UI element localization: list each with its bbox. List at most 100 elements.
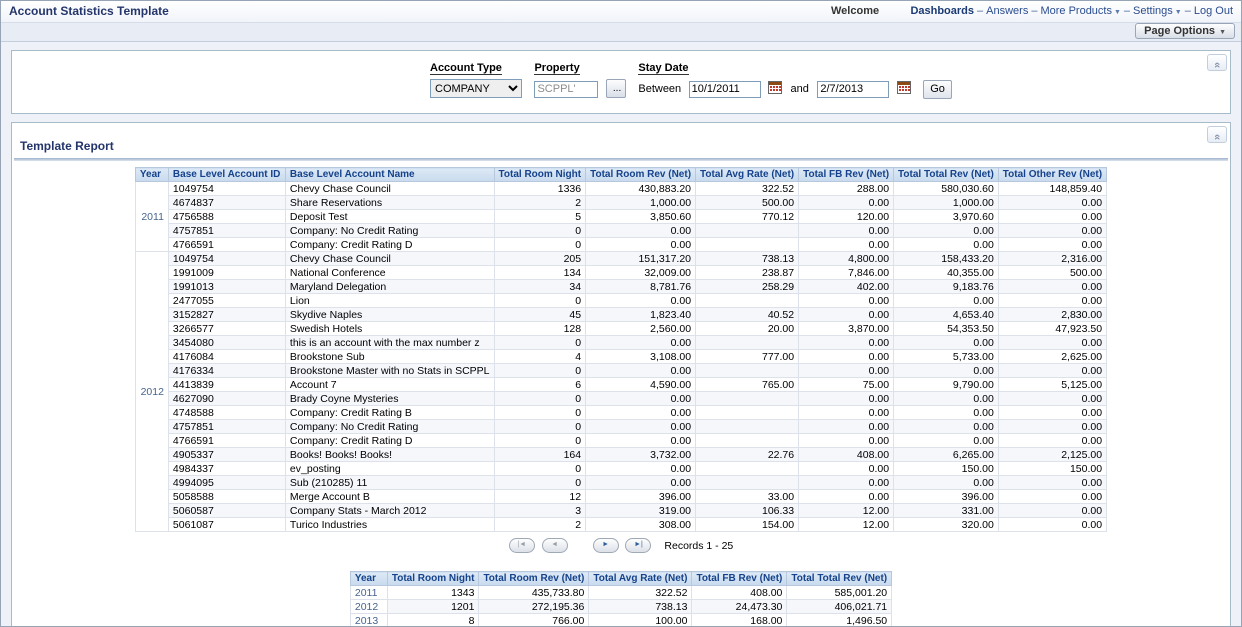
table-cell: Share Reservations: [285, 196, 494, 210]
table-cell: 5,125.00: [998, 378, 1106, 392]
table-cell: 770.12: [696, 210, 799, 224]
table-cell: 777.00: [696, 350, 799, 364]
table-cell: 0.00: [998, 476, 1106, 490]
table-cell: 4748588: [168, 406, 285, 420]
prompts-form: Account Type COMPANY Property ... Stay D…: [430, 58, 960, 99]
nav-link-more-products[interactable]: More Products: [1040, 5, 1112, 17]
previous-page-button[interactable]: ◄: [542, 538, 568, 553]
table-row: 4756588Deposit Test53,850.60770.12120.00…: [135, 210, 1106, 224]
table-cell: 0.00: [586, 392, 696, 406]
table-cell: 148,859.40: [998, 182, 1106, 196]
table-cell: National Conference: [285, 266, 494, 280]
table-cell: 3,870.00: [799, 322, 894, 336]
page-options-label: Page Options: [1144, 25, 1215, 37]
table-cell: 0: [494, 238, 586, 252]
table-cell: 0.00: [998, 420, 1106, 434]
table-cell: 765.00: [696, 378, 799, 392]
table-cell: 0.00: [586, 238, 696, 252]
table-cell: 6,265.00: [894, 448, 999, 462]
account-statistics-table: YearBase Level Account IDBase Level Acco…: [135, 167, 1107, 532]
table-row: 20111049754Chevy Chase Council1336430,88…: [135, 182, 1106, 196]
table-cell: 0.00: [998, 336, 1106, 350]
stay-date-label: Stay Date: [638, 62, 688, 75]
table-cell: 738.13: [696, 252, 799, 266]
table-row: 4905337Books! Books! Books!1643,732.0022…: [135, 448, 1106, 462]
nav-separator: –: [1185, 5, 1191, 17]
table-cell: 4,800.00: [799, 252, 894, 266]
table-cell: 435,733.80: [479, 586, 589, 600]
go-button[interactable]: Go: [923, 80, 952, 99]
table-cell: 288.00: [799, 182, 894, 196]
welcome-text: Welcome: [831, 5, 879, 17]
table-cell: 0: [494, 406, 586, 420]
table-cell: 0.00: [799, 406, 894, 420]
table-cell: 12: [494, 490, 586, 504]
table-cell: 24,473.30: [692, 600, 787, 614]
table-cell: 0.00: [894, 406, 999, 420]
table-row: 4413839Account 764,590.00765.0075.009,79…: [135, 378, 1106, 392]
stay-date-from-input[interactable]: [689, 81, 761, 98]
collapse-panel-button[interactable]: «: [1207, 54, 1227, 71]
table-cell: 4766591: [168, 434, 285, 448]
last-page-button[interactable]: ►|: [625, 538, 651, 553]
table-cell: 120.00: [799, 210, 894, 224]
property-browse-button[interactable]: ...: [606, 79, 626, 98]
table-cell: 5,733.00: [894, 350, 999, 364]
table-cell: 0: [494, 224, 586, 238]
table-cell: 0.00: [799, 364, 894, 378]
table-cell: 238.87: [696, 266, 799, 280]
first-page-button[interactable]: |◄: [509, 538, 535, 553]
table-cell: 0.00: [799, 336, 894, 350]
table-cell: 272,195.36: [479, 600, 589, 614]
table-cell: 8: [387, 614, 479, 627]
table-cell: 396.00: [894, 490, 999, 504]
table-row: 4627090Brady Coyne Mysteries00.000.000.0…: [135, 392, 1106, 406]
table-cell: [696, 336, 799, 350]
nav-link-dashboards[interactable]: Dashboards: [910, 5, 974, 17]
column-header: Base Level Account Name: [285, 168, 494, 182]
table-cell: 1991013: [168, 280, 285, 294]
collapse-chevron-icon: «: [1210, 62, 1224, 68]
account-type-select[interactable]: COMPANY: [430, 79, 522, 98]
nav-link-log-out[interactable]: Log Out: [1194, 5, 1233, 17]
table-cell: 4984337: [168, 462, 285, 476]
collapse-report-button[interactable]: «: [1207, 126, 1227, 143]
table-cell: 0.00: [998, 238, 1106, 252]
table-cell: 1049754: [168, 182, 285, 196]
table-cell: 5061087: [168, 518, 285, 532]
table-row: 20121049754Chevy Chase Council205151,317…: [135, 252, 1106, 266]
nav-link-answers[interactable]: Answers: [986, 5, 1028, 17]
table-cell: 4757851: [168, 224, 285, 238]
table-cell: 738.13: [589, 600, 692, 614]
table-cell: 0.00: [586, 420, 696, 434]
calendar-icon[interactable]: [897, 81, 911, 94]
column-header: Total FB Rev (Net): [799, 168, 894, 182]
table-row: 4176334Brookstone Master with no Stats i…: [135, 364, 1106, 378]
app-header: Account Statistics Template Welcome Dash…: [1, 1, 1241, 23]
nav-link-settings[interactable]: Settings: [1133, 5, 1173, 17]
table-cell: 54,353.50: [894, 322, 999, 336]
table-cell: Books! Books! Books!: [285, 448, 494, 462]
table-cell: 1991009: [168, 266, 285, 280]
table-cell: 320.00: [894, 518, 999, 532]
table-cell: 0.00: [799, 392, 894, 406]
table-cell: Chevy Chase Council: [285, 182, 494, 196]
calendar-icon[interactable]: [768, 81, 782, 94]
table-cell: [696, 420, 799, 434]
page-options-button[interactable]: Page Options▼: [1135, 23, 1235, 39]
year-cell: 2012: [135, 252, 168, 532]
nav-separator: –: [1124, 5, 1130, 17]
property-input[interactable]: [534, 81, 598, 98]
table-cell: Chevy Chase Council: [285, 252, 494, 266]
table-cell: 408.00: [692, 586, 787, 600]
table-cell: 1336: [494, 182, 586, 196]
chevron-down-icon: ▼: [1114, 9, 1121, 16]
table-cell: 151,317.20: [586, 252, 696, 266]
table-cell: 4176334: [168, 364, 285, 378]
table-cell: 100.00: [589, 614, 692, 627]
table-cell: 0.00: [799, 224, 894, 238]
stay-date-to-input[interactable]: [817, 81, 889, 98]
table-cell: 134: [494, 266, 586, 280]
next-page-button[interactable]: ►: [593, 538, 619, 553]
table-cell: 500.00: [998, 266, 1106, 280]
